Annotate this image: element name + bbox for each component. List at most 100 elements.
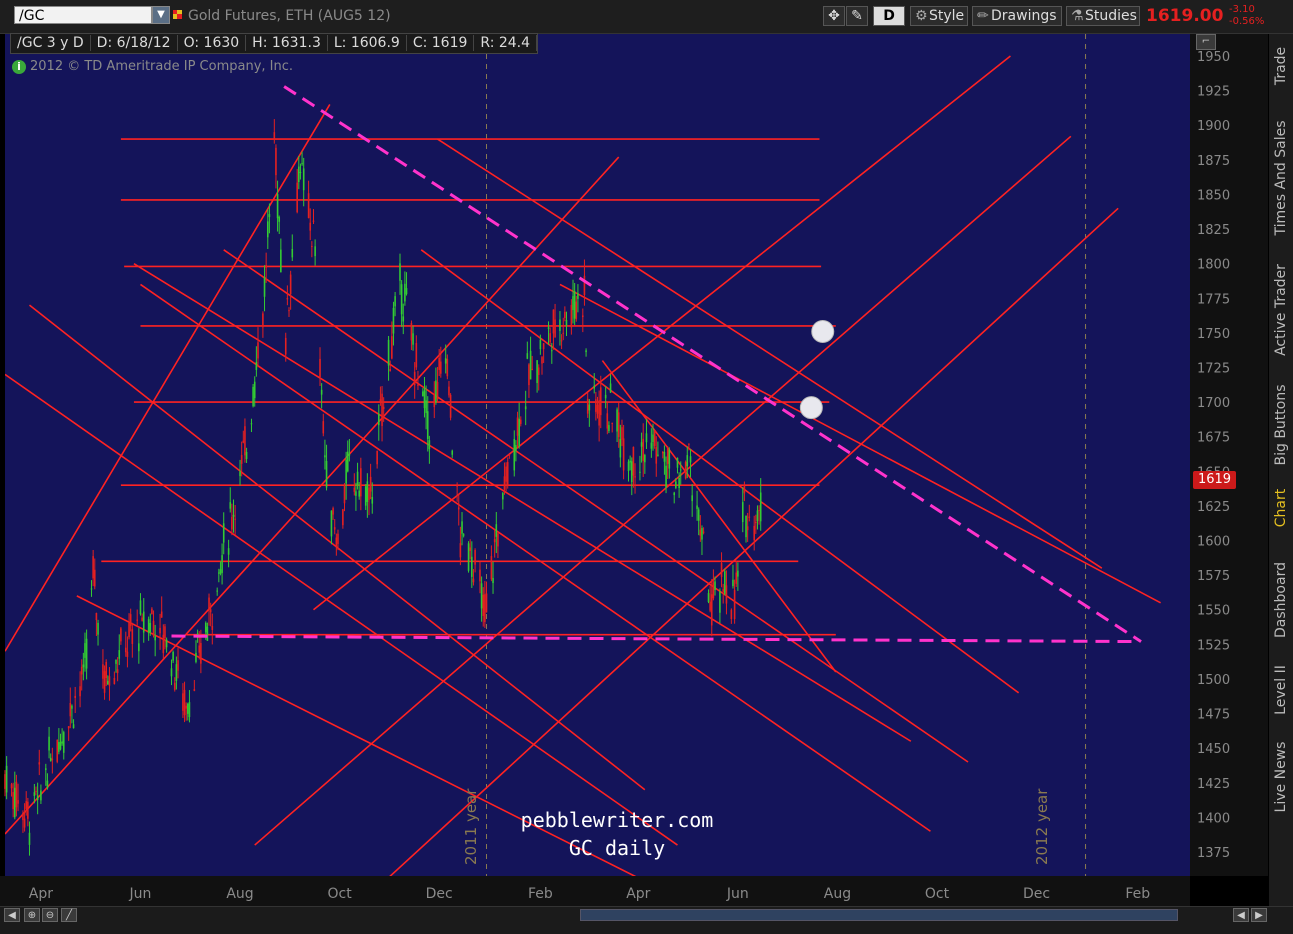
candle-body (149, 623, 152, 633)
y-tick-label: 1550 (1197, 604, 1230, 619)
candle-body (537, 367, 540, 375)
info-icon[interactable]: i (12, 60, 26, 74)
candle-body (572, 296, 574, 311)
tab-trade[interactable]: Trade (1271, 36, 1291, 96)
scroll-forward-button[interactable]: ▶ (1251, 908, 1267, 922)
candle-body (503, 476, 506, 490)
candle-body (40, 790, 42, 801)
candle-body (240, 455, 243, 464)
arrow-left-end-icon: ◀ (1237, 910, 1245, 921)
candle-body (232, 514, 235, 517)
candle-body (748, 516, 751, 518)
candle-body (377, 413, 380, 426)
candle-body (502, 493, 504, 500)
x-tick-label: Dec (426, 886, 453, 902)
candle-body (722, 589, 724, 592)
candle-body (562, 332, 565, 334)
tab-dashboard[interactable]: Dashboard (1271, 550, 1291, 650)
candle-body (405, 288, 408, 295)
chart-settings-button[interactable]: ⌐ (1196, 34, 1216, 50)
time-scrollbar[interactable] (580, 909, 1178, 921)
candle-body (82, 664, 85, 668)
candle-body (113, 677, 116, 685)
candle-body (630, 461, 633, 483)
candle-body (379, 399, 382, 402)
candle-body (719, 591, 721, 613)
candle-body (280, 249, 282, 273)
candle-body (653, 430, 656, 447)
candle-body (485, 593, 488, 613)
tab-level-ii[interactable]: Level II (1271, 655, 1291, 725)
candle-body (573, 291, 576, 319)
candle-body (152, 620, 155, 636)
candle-body (234, 518, 236, 520)
candle-body (216, 590, 218, 592)
header-high: H: 1631.3 (246, 35, 328, 51)
candle-body (451, 450, 454, 455)
candle-body (221, 555, 223, 573)
x-tick-label: Feb (1125, 886, 1150, 902)
candle-body (128, 622, 130, 638)
draw-line-button[interactable]: ╱ (61, 908, 77, 922)
candle-body (402, 316, 405, 322)
channel-line (140, 283, 931, 832)
candle-body (657, 454, 659, 456)
candle-body (301, 163, 303, 165)
candle-body (753, 525, 755, 541)
candle-body (440, 361, 442, 374)
candle-body (679, 469, 682, 471)
candle-body (319, 358, 321, 378)
candle-body (456, 485, 458, 487)
candle-body (435, 380, 437, 403)
scroll-back-button[interactable]: ◀ (1233, 908, 1249, 922)
candle-body (609, 383, 612, 393)
candle-body (289, 274, 292, 295)
candle-body (61, 741, 63, 744)
scroll-left-button[interactable]: ◀ (4, 908, 20, 922)
candle-body (539, 339, 542, 350)
candle-body (689, 456, 692, 463)
candle-body (599, 387, 602, 416)
candle-body (79, 686, 81, 697)
candle-body (710, 594, 713, 626)
candle-body (505, 466, 507, 482)
tab-active-trader[interactable]: Active Trader (1271, 255, 1291, 365)
tab-chart[interactable]: Chart (1271, 480, 1291, 535)
tab-big-buttons[interactable]: Big Buttons (1271, 375, 1291, 475)
zoom-out-button[interactable]: ⊖ (42, 908, 58, 922)
candle-body (263, 277, 266, 297)
candle-body (381, 393, 383, 426)
candle-body (90, 588, 93, 590)
candle-body (337, 533, 339, 544)
tab-live-news[interactable]: Live News (1271, 732, 1291, 822)
x-tick-label: Oct (327, 886, 352, 902)
candle-body (45, 768, 47, 770)
candle-body (387, 339, 390, 366)
candle-body (479, 569, 481, 582)
candle-body (564, 311, 566, 319)
candle-body (400, 284, 403, 315)
candle-body (265, 265, 267, 268)
candle-body (177, 660, 179, 671)
candle-body (38, 762, 41, 765)
candle-body (438, 357, 440, 370)
candle-body (480, 583, 483, 609)
candle-body (103, 671, 106, 693)
candle-body (154, 636, 156, 641)
candle-body (151, 608, 153, 615)
candle-body (701, 528, 703, 540)
candle-body (262, 313, 264, 328)
candle-body (218, 572, 220, 574)
candle-body (139, 600, 142, 615)
candle-body (239, 471, 241, 477)
candle-body (291, 248, 294, 258)
candle-body (118, 650, 121, 659)
tab-dashboard-label: Dashboard (1273, 562, 1289, 638)
zoom-in-button[interactable]: ⊕ (24, 908, 40, 922)
y-tick-label: 1950 (1197, 50, 1230, 65)
candle-body (759, 492, 762, 522)
candle-body (518, 418, 520, 447)
tab-times-and-sales[interactable]: Times And Sales (1271, 110, 1291, 245)
candle-body (273, 132, 276, 140)
candle-body (253, 381, 256, 399)
